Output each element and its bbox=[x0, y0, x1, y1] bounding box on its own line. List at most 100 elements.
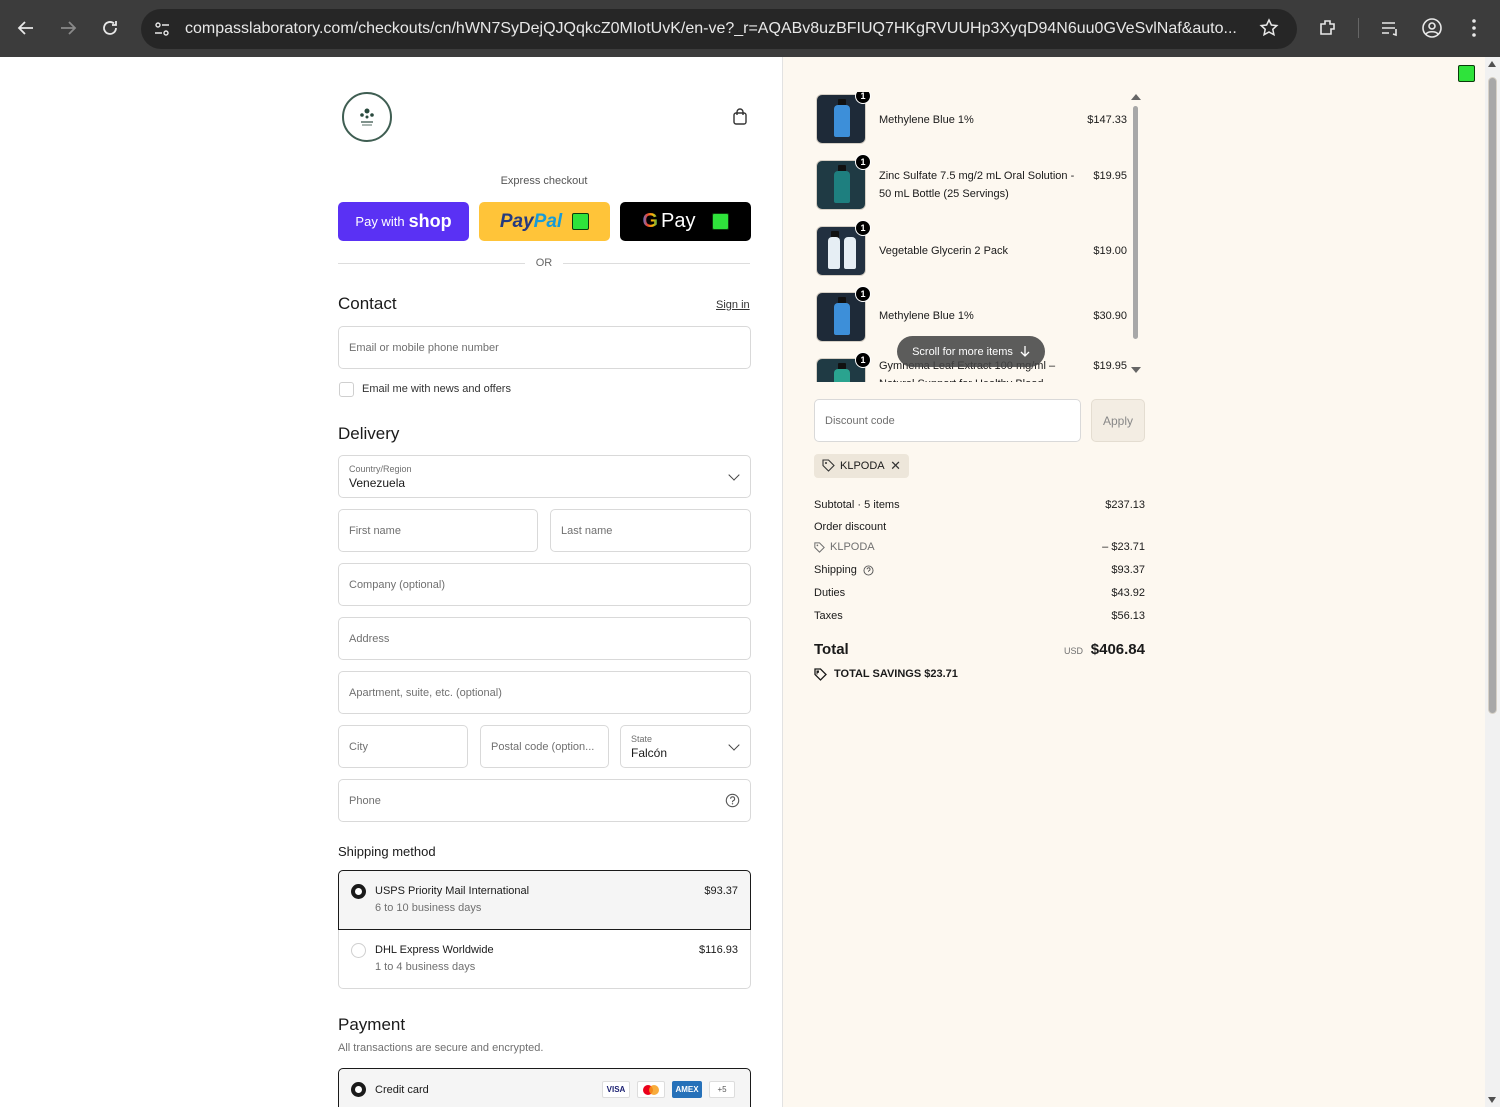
subtotal-row: Subtotal · 5 items $237.13 bbox=[814, 499, 1145, 513]
product-price: $19.95 bbox=[1093, 170, 1127, 182]
help-circle-icon bbox=[863, 565, 874, 576]
product-name: Methylene Blue 1% bbox=[879, 310, 974, 322]
or-divider: OR bbox=[338, 256, 750, 270]
scroll-down-icon[interactable] bbox=[1488, 1097, 1496, 1103]
product-name: Vegetable Glycerin 2 Pack bbox=[879, 245, 1009, 257]
shipping-option-usps[interactable]: USPS Priority Mail International 6 to 10… bbox=[338, 870, 751, 930]
shop-pay-brand: shop bbox=[408, 211, 452, 231]
menu-kebab-icon[interactable] bbox=[1463, 17, 1485, 39]
scroll-hint-label: Scroll for more items bbox=[912, 345, 1013, 358]
phone-field[interactable]: Phone bbox=[338, 779, 751, 822]
shipping-option-price: $93.37 bbox=[704, 885, 738, 897]
discount-code-label: KLPODA bbox=[840, 460, 885, 472]
email-field[interactable]: Email or mobile phone number bbox=[338, 326, 751, 369]
amex-icon: AMEX bbox=[672, 1081, 702, 1098]
address-bar[interactable]: compasslaboratory.com/checkouts/cn/hWN7S… bbox=[141, 9, 1297, 49]
google-g-logo: G bbox=[642, 210, 659, 232]
postal-code-field[interactable]: Postal code (option... bbox=[480, 725, 609, 768]
first-name-placeholder: First name bbox=[349, 524, 401, 537]
applied-discount-chip: KLPODA ✕ bbox=[814, 454, 909, 478]
paypal-logo-b: Pal bbox=[533, 210, 563, 232]
express-checkout-label: Express checkout bbox=[500, 175, 588, 187]
scroll-up-icon[interactable] bbox=[1488, 61, 1496, 67]
profile-icon[interactable] bbox=[1421, 17, 1443, 39]
phone-placeholder: Phone bbox=[349, 794, 381, 807]
store-logo[interactable] bbox=[342, 92, 392, 142]
gpay-label: Pay bbox=[661, 210, 696, 232]
product-name: Methylene Blue 1% bbox=[879, 114, 974, 126]
shipping-options: USPS Priority Mail International 6 to 10… bbox=[338, 870, 751, 989]
site-info-icon[interactable] bbox=[151, 18, 173, 40]
state-select[interactable]: State Falcón bbox=[620, 725, 751, 768]
taxes-value: $56.13 bbox=[1111, 610, 1145, 622]
shipping-method-heading: Shipping method bbox=[338, 844, 436, 859]
page-scrollbar[interactable] bbox=[1485, 57, 1500, 1107]
country-value: Venezuela bbox=[349, 475, 406, 490]
radio-unselected[interactable] bbox=[351, 943, 366, 958]
quantity-badge: 1 bbox=[855, 352, 871, 368]
chevron-down-icon bbox=[728, 468, 740, 481]
back-icon[interactable] bbox=[12, 14, 40, 42]
radio-selected[interactable] bbox=[351, 1082, 366, 1097]
shop-pay-button[interactable]: Pay with shop bbox=[338, 202, 469, 241]
status-indicator bbox=[1458, 65, 1475, 82]
remove-discount-icon[interactable]: ✕ bbox=[890, 458, 901, 474]
tag-icon bbox=[814, 542, 825, 553]
duties-row: Duties $43.92 bbox=[814, 587, 1145, 601]
city-field[interactable]: City bbox=[338, 725, 468, 768]
url-text: compasslaboratory.com/checkouts/cn/hWN7S… bbox=[185, 20, 1237, 37]
shopping-bag-icon[interactable] bbox=[731, 108, 749, 126]
cart-item: 1 Vegetable Glycerin 2 Pack $19.00 bbox=[814, 220, 1127, 280]
extensions-icon[interactable] bbox=[1317, 17, 1339, 39]
reload-icon[interactable] bbox=[96, 14, 124, 42]
status-indicator bbox=[711, 213, 729, 230]
tag-icon bbox=[822, 459, 835, 472]
newsletter-checkbox[interactable] bbox=[339, 382, 354, 397]
company-field[interactable]: Company (optional) bbox=[338, 563, 751, 606]
shipping-label: Shipping bbox=[814, 564, 857, 576]
browser-toolbar: compasslaboratory.com/checkouts/cn/hWN7S… bbox=[0, 0, 1500, 57]
email-placeholder: Email or mobile phone number bbox=[349, 341, 499, 354]
cart-item: 1 Methylene Blue 1% $147.33 bbox=[814, 92, 1127, 148]
apartment-field[interactable]: Apartment, suite, etc. (optional) bbox=[338, 671, 751, 714]
credit-card-option[interactable]: Credit card VISA AMEX +5 bbox=[338, 1068, 751, 1107]
product-price: $30.90 bbox=[1093, 310, 1127, 322]
order-discount-label: Order discount bbox=[814, 521, 887, 533]
chevron-down-icon bbox=[728, 738, 740, 751]
total-value: $406.84 bbox=[1090, 641, 1145, 658]
media-queue-icon[interactable] bbox=[1379, 17, 1401, 39]
discount-detail-value: – $23.71 bbox=[1102, 541, 1145, 553]
duties-label: Duties bbox=[814, 587, 846, 599]
shipping-value: $93.37 bbox=[1111, 564, 1145, 576]
subtotal-value: $237.13 bbox=[1105, 499, 1145, 511]
cart-scrollbar[interactable] bbox=[1131, 92, 1141, 377]
scroll-thumb[interactable] bbox=[1488, 77, 1497, 714]
shipping-option-dhl[interactable]: DHL Express Worldwide 1 to 4 business da… bbox=[339, 930, 750, 989]
product-name: Zinc Sulfate 7.5 mg/2 mL Oral Solution -… bbox=[879, 170, 1075, 200]
discount-code-input[interactable]: Discount code bbox=[814, 399, 1081, 442]
apply-discount-button[interactable]: Apply bbox=[1091, 399, 1145, 442]
state-value: Falcón bbox=[631, 745, 668, 760]
or-label: OR bbox=[535, 257, 553, 269]
payment-heading: Payment bbox=[338, 1015, 406, 1034]
address-placeholder: Address bbox=[349, 632, 390, 645]
first-name-field[interactable]: First name bbox=[338, 509, 538, 552]
taxes-label: Taxes bbox=[814, 610, 843, 622]
contact-heading: Contact bbox=[338, 294, 397, 313]
forward-icon[interactable] bbox=[54, 14, 82, 42]
google-pay-button[interactable]: G Pay bbox=[620, 202, 751, 241]
shipping-option-eta: 1 to 4 business days bbox=[375, 961, 476, 973]
savings-tag-icon bbox=[814, 668, 827, 681]
last-name-field[interactable]: Last name bbox=[550, 509, 751, 552]
discount-detail-row: KLPODA – $23.71 bbox=[814, 541, 1145, 555]
sign-in-link[interactable]: Sign in bbox=[716, 299, 750, 311]
help-circle-icon[interactable] bbox=[725, 793, 740, 811]
address-field[interactable]: Address bbox=[338, 617, 751, 660]
country-select[interactable]: Country/Region Venezuela bbox=[338, 455, 751, 498]
country-label: Country/Region bbox=[349, 463, 412, 474]
radio-selected[interactable] bbox=[351, 884, 366, 899]
bookmark-star-icon[interactable] bbox=[1259, 18, 1281, 40]
cart-item: 1 Zinc Sulfate 7.5 mg/2 mL Oral Solution… bbox=[814, 154, 1127, 214]
paypal-button[interactable]: Pay Pal bbox=[479, 202, 610, 241]
scroll-for-more-button[interactable]: Scroll for more items bbox=[897, 336, 1045, 367]
